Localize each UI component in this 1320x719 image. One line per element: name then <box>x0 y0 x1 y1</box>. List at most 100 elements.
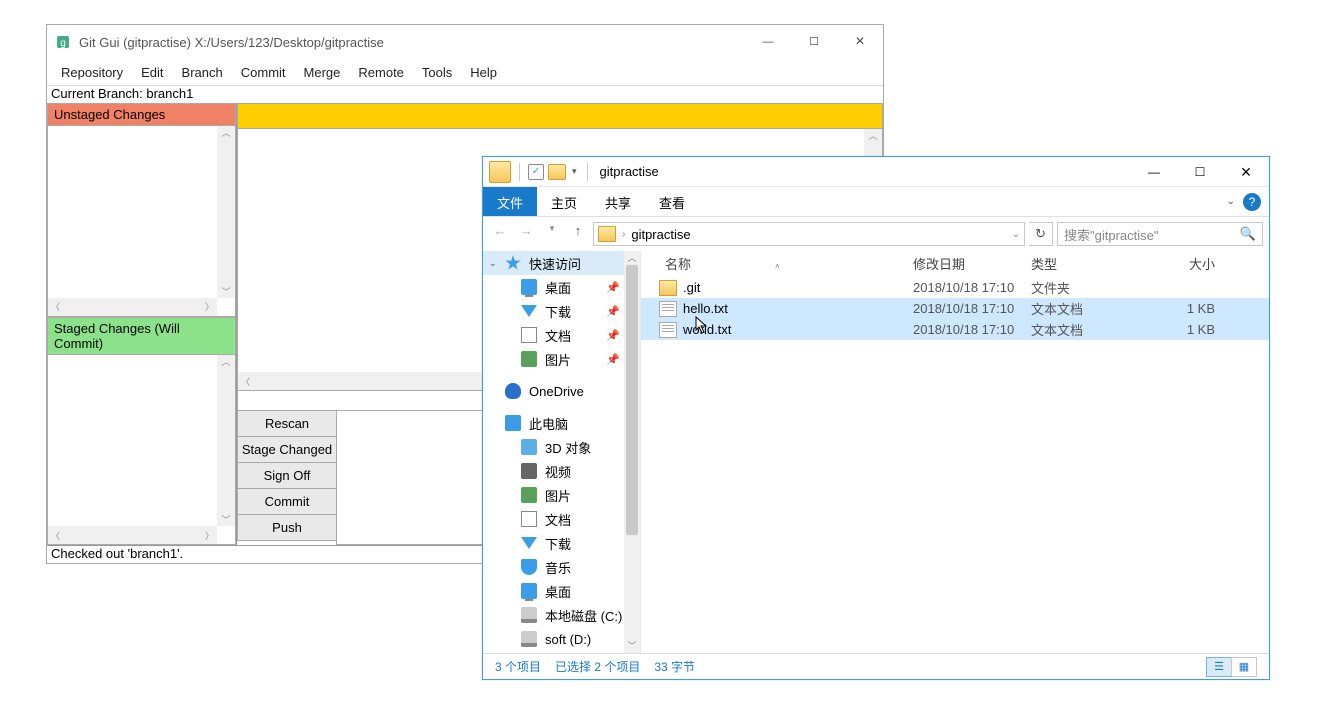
unstaged-hscroll[interactable]: 〈〉 <box>48 298 217 316</box>
col-type[interactable]: 类型 <box>1031 254 1151 273</box>
explorer-statusbar: 3 个项目 已选择 2 个项目 33 字节 ☰ ▦ <box>483 653 1269 679</box>
nav-ddisk[interactable]: soft (D:) <box>483 627 640 651</box>
push-button[interactable]: Push <box>237 514 337 541</box>
rescan-button[interactable]: Rescan <box>237 410 337 437</box>
minimize-button[interactable]: — <box>745 28 791 56</box>
nav-downloads2[interactable]: 下载 <box>483 531 640 555</box>
cube-icon <box>521 439 537 455</box>
ribbon-view-tab[interactable]: 查看 <box>645 187 699 216</box>
pin-icon[interactable]: 📌 <box>606 281 620 294</box>
explorer-close-button[interactable]: × <box>1223 157 1269 187</box>
col-name[interactable]: 名称 <box>665 257 691 272</box>
pin-icon[interactable]: 📌 <box>606 305 620 318</box>
explorer-minimize-button[interactable]: — <box>1131 157 1177 187</box>
menu-help[interactable]: Help <box>462 63 505 82</box>
desktop-icon <box>521 279 537 295</box>
nav-downloads[interactable]: 下载📌 <box>483 299 640 323</box>
address-path[interactable]: gitpractise <box>631 227 690 242</box>
nav-forward-button[interactable]: → <box>515 223 537 245</box>
staged-vscroll[interactable]: ︿﹀ <box>217 355 235 527</box>
qat-dropdown-icon[interactable]: ▾ <box>570 166 579 177</box>
nav-onedrive[interactable]: OneDrive <box>483 379 640 403</box>
mouse-cursor-icon <box>695 316 709 336</box>
qat-newfolder-icon[interactable] <box>548 164 566 180</box>
disk-icon <box>521 607 537 623</box>
ribbon-file-tab[interactable]: 文件 <box>483 187 537 216</box>
maximize-button[interactable]: ☐ <box>791 28 837 56</box>
close-button[interactable]: × <box>837 28 883 56</box>
pictures-icon <box>521 351 537 367</box>
menu-branch[interactable]: Branch <box>174 63 231 82</box>
nav-back-button[interactable]: ← <box>489 223 511 245</box>
unstaged-pane[interactable]: ︿﹀ 〈〉 <box>47 126 236 317</box>
menu-commit[interactable]: Commit <box>233 63 294 82</box>
nav-documents[interactable]: 文档📌 <box>483 323 640 347</box>
staged-pane[interactable]: ︿﹀ 〈〉 <box>47 355 236 546</box>
menu-repository[interactable]: Repository <box>53 63 131 82</box>
explorer-window: ✓ ▾ gitpractise — ☐ × 文件 主页 共享 查看 ⌄ ? ← … <box>482 156 1270 680</box>
nav-quick-access[interactable]: ⌄快速访问 <box>483 251 640 275</box>
col-date[interactable]: 修改日期 <box>913 254 1031 273</box>
menu-tools[interactable]: Tools <box>414 63 460 82</box>
col-size[interactable]: 大小 <box>1151 254 1223 273</box>
pin-icon[interactable]: 📌 <box>606 329 620 342</box>
ribbon-home-tab[interactable]: 主页 <box>537 187 591 216</box>
ribbon-expand-icon[interactable]: ⌄ <box>1227 196 1235 207</box>
nav-desktop2[interactable]: 桌面 <box>483 579 640 603</box>
video-icon <box>521 463 537 479</box>
sign-off-button[interactable]: Sign Off <box>237 462 337 489</box>
icons-view-button[interactable]: ▦ <box>1231 657 1257 677</box>
staged-hscroll[interactable]: 〈〉 <box>48 526 217 544</box>
address-dropdown-icon[interactable]: ⌄ <box>1012 229 1020 240</box>
navpane-scrollbar[interactable]: ︿﹀ <box>624 251 640 653</box>
gitgui-title: Git Gui (gitpractise) X:/Users/123/Deskt… <box>79 35 745 50</box>
nav-desktop[interactable]: 桌面📌 <box>483 275 640 299</box>
nav-pictures[interactable]: 图片📌 <box>483 347 640 371</box>
nav-music[interactable]: 音乐 <box>483 555 640 579</box>
menu-edit[interactable]: Edit <box>133 63 171 82</box>
file-list[interactable]: .git 2018/10/18 17:10 文件夹 hello.txt 2018… <box>641 275 1269 653</box>
nav-up-button[interactable]: ↑ <box>567 223 589 245</box>
ribbon-share-tab[interactable]: 共享 <box>591 187 645 216</box>
navigation-pane[interactable]: ⌄快速访问 桌面📌 下载📌 文档📌 图片📌 OneDrive 此电脑 3D 对象… <box>483 251 641 653</box>
nav-thispc[interactable]: 此电脑 <box>483 411 640 435</box>
details-view-button[interactable]: ☰ <box>1206 657 1232 677</box>
chevron-right-icon[interactable]: › <box>622 229 625 240</box>
search-input[interactable]: 搜索"gitpractise" 🔍 <box>1057 222 1263 246</box>
nav-3d[interactable]: 3D 对象 <box>483 435 640 459</box>
stage-changed-button[interactable]: Stage Changed <box>237 436 337 463</box>
onedrive-icon <box>505 383 521 399</box>
commit-button[interactable]: Commit <box>237 488 337 515</box>
explorer-ribbon: 文件 主页 共享 查看 ⌄ ? <box>483 187 1269 217</box>
gitgui-titlebar[interactable]: g Git Gui (gitpractise) X:/Users/123/Des… <box>47 25 883 59</box>
menu-remote[interactable]: Remote <box>350 63 412 82</box>
pictures-icon <box>521 487 537 503</box>
nav-video[interactable]: 视频 <box>483 459 640 483</box>
file-row-world[interactable]: world.txt 2018/10/18 17:10 文本文档 1 KB <box>641 319 1269 340</box>
column-headers[interactable]: 名称˄ 修改日期 类型 大小 <box>641 251 1269 275</box>
gitgui-app-icon: g <box>55 34 71 50</box>
search-icon[interactable]: 🔍 <box>1240 226 1256 242</box>
qat-properties-icon[interactable]: ✓ <box>528 164 544 180</box>
explorer-maximize-button[interactable]: ☐ <box>1177 157 1223 187</box>
document-icon <box>521 511 537 527</box>
file-row-hello[interactable]: hello.txt 2018/10/18 17:10 文本文档 1 KB <box>641 298 1269 319</box>
help-icon[interactable]: ? <box>1243 193 1261 211</box>
search-placeholder: 搜索"gitpractise" <box>1064 225 1158 244</box>
explorer-titlebar[interactable]: ✓ ▾ gitpractise — ☐ × <box>483 157 1269 187</box>
file-list-pane: 名称˄ 修改日期 类型 大小 .git 2018/10/18 17:10 文件夹… <box>641 251 1269 653</box>
unstaged-vscroll[interactable]: ︿﹀ <box>217 126 235 298</box>
nav-docs2[interactable]: 文档 <box>483 507 640 531</box>
nav-cdisk[interactable]: 本地磁盘 (C:) <box>483 603 640 627</box>
nav-recent-dropdown[interactable]: ▾ <box>541 223 563 245</box>
nav-pictures2[interactable]: 图片 <box>483 483 640 507</box>
file-row-git[interactable]: .git 2018/10/18 17:10 文件夹 <box>641 277 1269 298</box>
staged-header: Staged Changes (Will Commit) <box>47 317 236 355</box>
pin-icon[interactable]: 📌 <box>606 353 620 366</box>
refresh-button[interactable]: ↻ <box>1029 222 1053 246</box>
music-icon <box>521 559 537 575</box>
menu-merge[interactable]: Merge <box>296 63 349 82</box>
address-bar[interactable]: › gitpractise ⌄ <box>593 222 1025 246</box>
download-icon <box>521 537 537 549</box>
explorer-address-row: ← → ▾ ↑ › gitpractise ⌄ ↻ 搜索"gitpractise… <box>483 217 1269 251</box>
